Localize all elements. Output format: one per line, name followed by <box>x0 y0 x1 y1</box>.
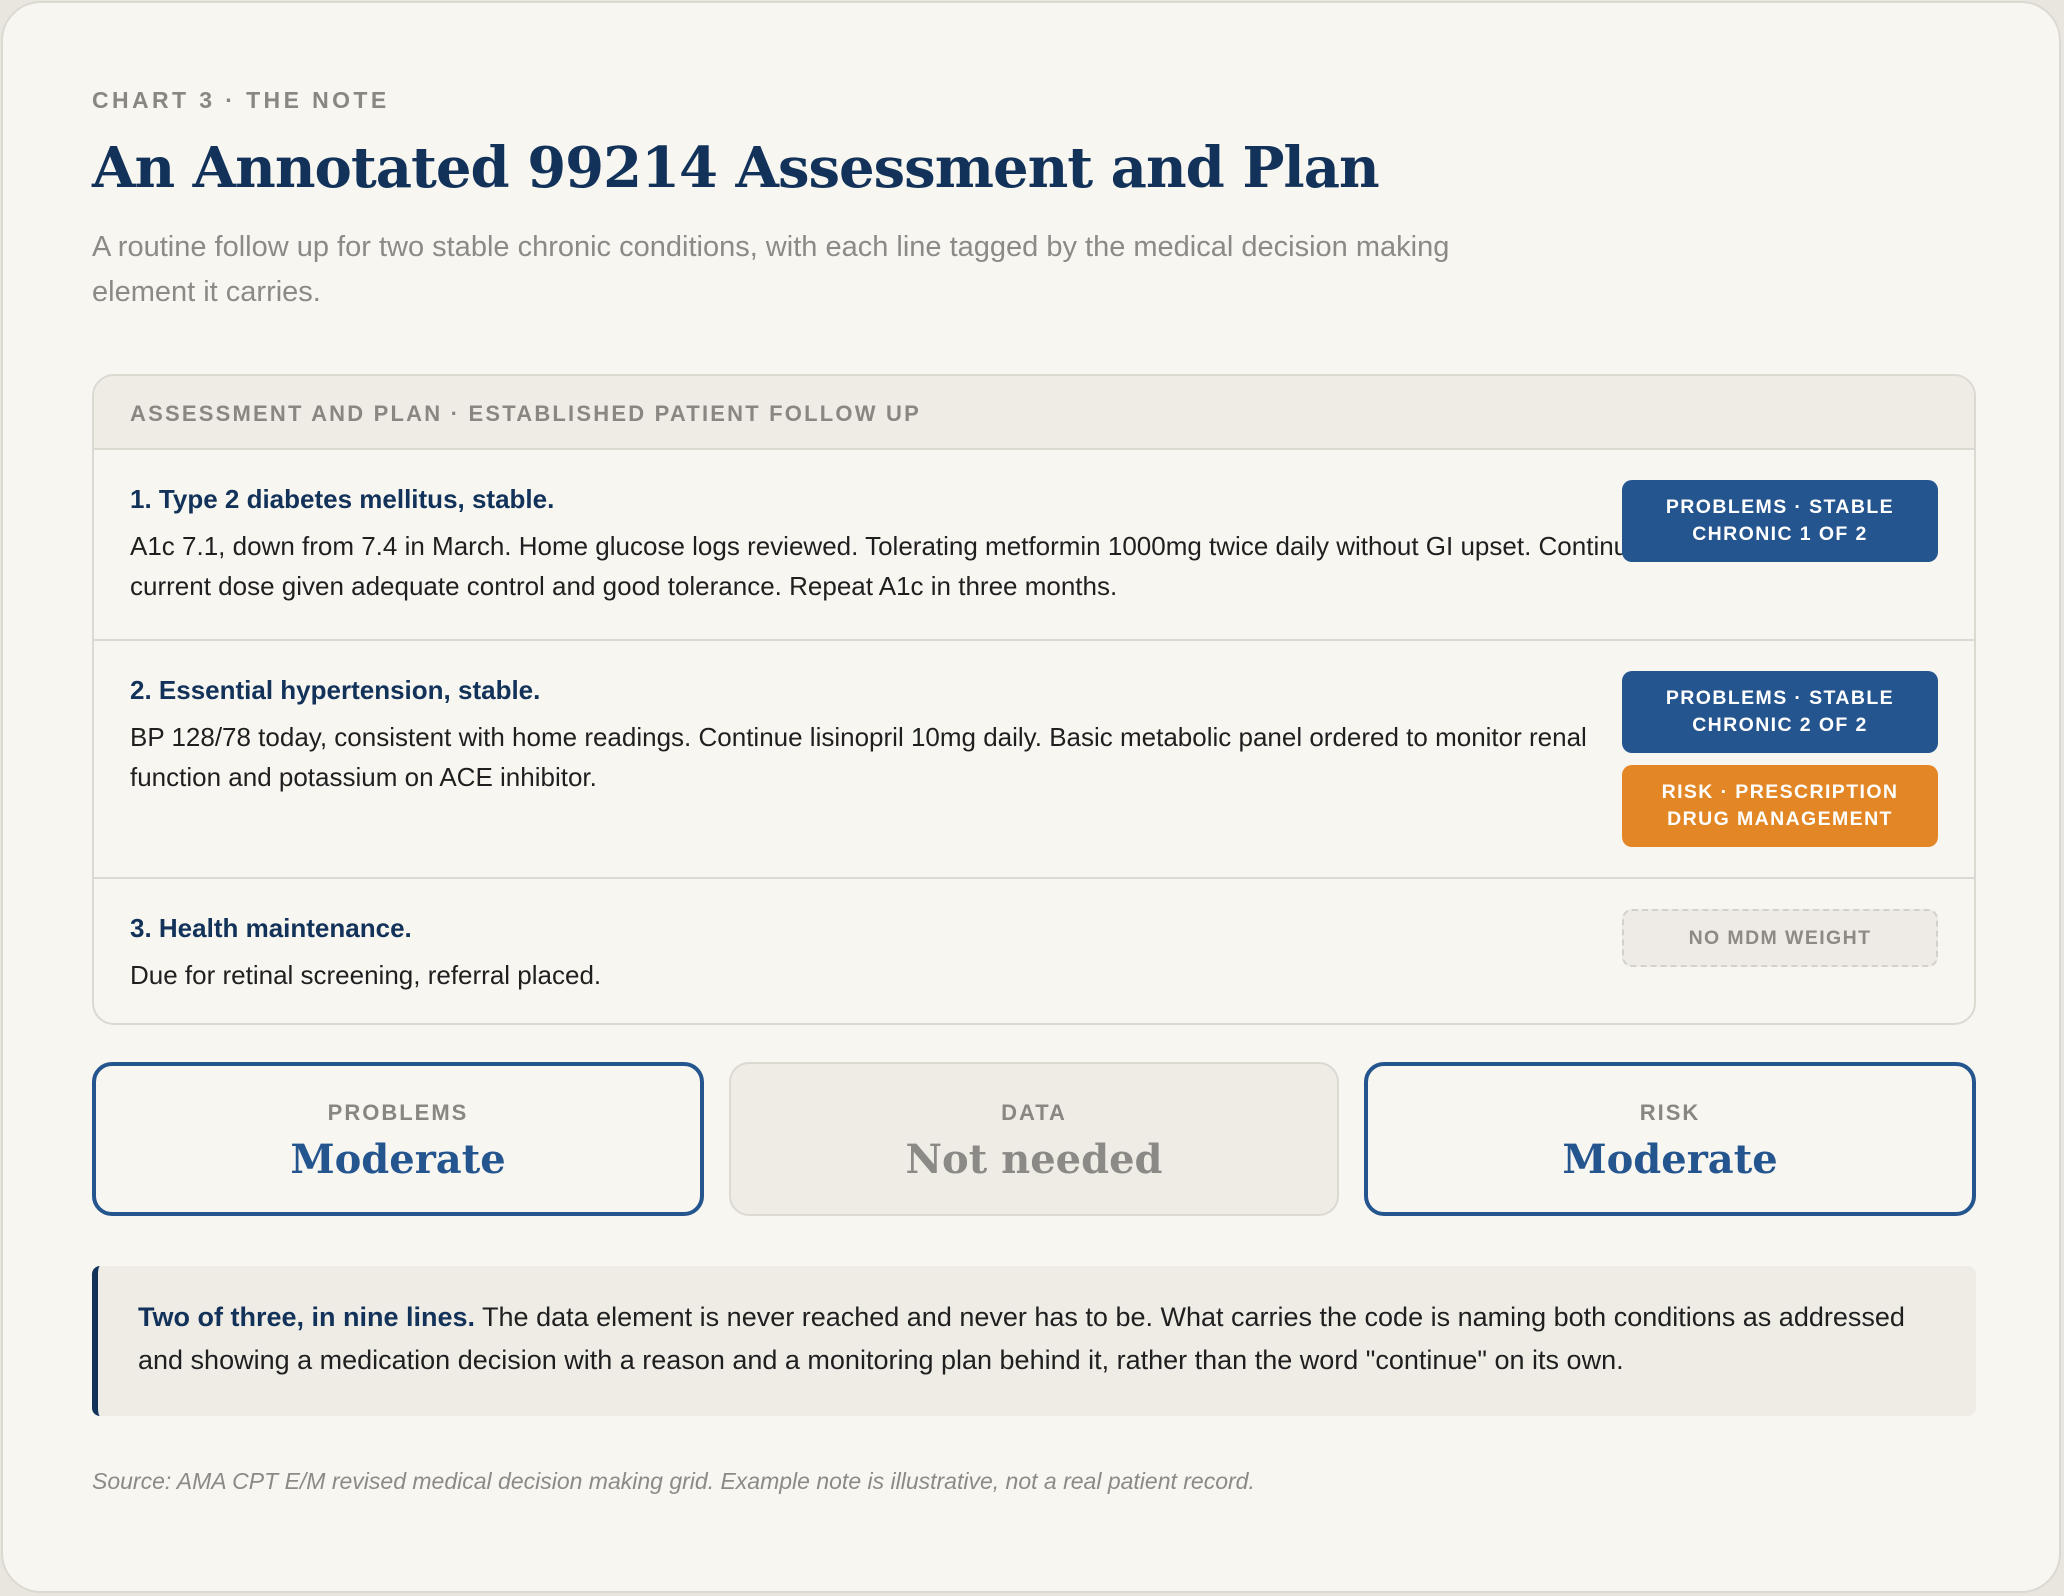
summary-value: Not needed <box>905 1136 1163 1183</box>
note-item-title: 2. Essential hypertension, stable. <box>130 675 541 705</box>
mdm-tags: PROBLEMS · STABLE CHRONIC 2 OF 2 RISK · … <box>1622 671 1938 859</box>
note-item-title: 3. Health maintenance. <box>130 913 412 943</box>
page-subtitle: A routine follow up for two stable chron… <box>92 231 1450 308</box>
summary-card-problems: PROBLEMS Moderate <box>92 1062 704 1216</box>
page-title: An Annotated 99214 Assessment and Plan <box>92 135 1380 201</box>
callout-lead: Two of three, in nine lines. <box>138 1302 476 1332</box>
summary-label: PROBLEMS <box>327 1100 469 1125</box>
chart-eyebrow: CHART 3 · THE NOTE <box>92 87 390 113</box>
note-item-body: A1c 7.1, down from 7.4 in March. Home gl… <box>130 531 1643 601</box>
note-item-health-maintenance: 3. Health maintenance. Due for retinal s… <box>94 879 1974 1023</box>
source-note: Source: AMA CPT E/M revised medical deci… <box>92 1468 1255 1494</box>
panel-heading: ASSESSMENT AND PLAN · ESTABLISHED PATIEN… <box>130 401 921 426</box>
note-item-body: BP 128/78 today, consistent with home re… <box>130 722 1587 792</box>
note-item-diabetes: 1. Type 2 diabetes mellitus, stable. A1c… <box>94 450 1974 641</box>
mdm-tags: NO MDM WEIGHT <box>1622 909 1938 979</box>
takeaway-callout: Two of three, in nine lines. The data el… <box>92 1266 1976 1416</box>
summary-card-risk: RISK Moderate <box>1364 1062 1976 1216</box>
summary-value: Moderate <box>290 1136 506 1183</box>
panel-header: ASSESSMENT AND PLAN · ESTABLISHED PATIEN… <box>94 376 1974 450</box>
chart-card: CHART 3 · THE NOTE An Annotated 99214 As… <box>1 1 2061 1593</box>
note-item-body: Due for retinal screening, referral plac… <box>130 960 602 990</box>
summary-label: DATA <box>1001 1100 1067 1125</box>
mdm-tag-problems: PROBLEMS · STABLE CHRONIC 2 OF 2 <box>1622 671 1938 753</box>
mdm-tag-problems: PROBLEMS · STABLE CHRONIC 1 OF 2 <box>1622 480 1938 562</box>
note-item-hypertension: 2. Essential hypertension, stable. BP 12… <box>94 641 1974 879</box>
note-item-title: 1. Type 2 diabetes mellitus, stable. <box>130 484 555 514</box>
summary-label: RISK <box>1639 1100 1701 1125</box>
summary-value: Moderate <box>1562 1136 1778 1183</box>
mdm-tag-none: NO MDM WEIGHT <box>1622 909 1938 967</box>
summary-card-data: DATA Not needed <box>729 1062 1339 1216</box>
mdm-tags: PROBLEMS · STABLE CHRONIC 1 OF 2 <box>1622 480 1938 574</box>
mdm-tag-risk: RISK · PRESCRIPTION DRUG MANAGEMENT <box>1622 765 1938 847</box>
assessment-plan-panel: ASSESSMENT AND PLAN · ESTABLISHED PATIEN… <box>92 374 1976 1025</box>
